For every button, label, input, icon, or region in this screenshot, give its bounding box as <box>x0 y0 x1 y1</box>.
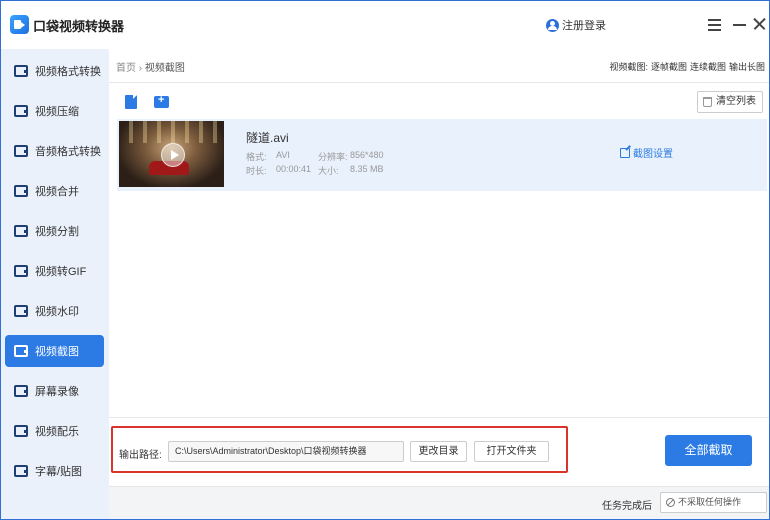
screenshot-settings-link[interactable]: 截图设置 <box>620 145 673 160</box>
resolution-label: 分辨率: <box>318 152 348 162</box>
add-folder-icon[interactable] <box>154 94 169 108</box>
breadcrumb-separator: › <box>138 63 143 74</box>
screenshot-settings-label: 截图设置 <box>633 149 673 160</box>
mode-continuous[interactable]: 连续截图 <box>690 62 726 72</box>
login-label: 注册登录 <box>562 20 606 32</box>
sidebar: 视频格式转换 视频压缩 音频格式转换 视频合并 视频分割 视频转GIF 视频水印 <box>1 49 109 519</box>
gif-icon <box>13 264 29 278</box>
ban-icon <box>666 498 675 507</box>
video-compress-icon <box>13 104 29 118</box>
footer-bar: 任务完成后 不采取任何操作 <box>109 486 769 519</box>
format-value: AVI <box>276 150 290 160</box>
after-task-select[interactable]: 不采取任何操作 <box>660 492 767 513</box>
close-icon[interactable] <box>751 15 769 33</box>
sidebar-item-label: 音频格式转换 <box>35 146 101 158</box>
title-bar: 口袋视频转换器 注册登录 <box>1 1 769 49</box>
after-task-value: 不采取任何操作 <box>678 497 742 507</box>
output-divider <box>109 417 769 418</box>
format-label: 格式: <box>246 152 267 162</box>
sidebar-item-label: 视频压缩 <box>35 106 79 118</box>
sidebar-item-subtitle[interactable]: 字幕/贴图 <box>5 455 104 487</box>
clear-list-label: 清空列表 <box>716 96 756 107</box>
video-split-icon <box>13 224 29 238</box>
minimize-icon[interactable] <box>731 15 749 33</box>
add-file-icon[interactable] <box>125 95 137 109</box>
clear-list-button[interactable]: 清空列表 <box>697 91 763 113</box>
breadcrumb-home[interactable]: 首页 <box>116 63 136 74</box>
menu-icon[interactable] <box>706 15 724 33</box>
sidebar-item-label: 视频分割 <box>35 226 79 238</box>
sidebar-item-music[interactable]: 视频配乐 <box>5 415 104 447</box>
audio-convert-icon <box>13 144 29 158</box>
video-thumbnail[interactable] <box>119 121 224 187</box>
mode-long-image[interactable]: 输出长图 <box>729 62 765 72</box>
sidebar-item-label: 视频配乐 <box>35 426 79 438</box>
screen-record-icon <box>13 384 29 398</box>
sidebar-item-label: 视频截图 <box>35 346 79 358</box>
sidebar-item-split[interactable]: 视频分割 <box>5 215 104 247</box>
header-divider <box>109 82 769 83</box>
edit-icon <box>620 147 630 158</box>
sidebar-item-screenshot[interactable]: 视频截图 <box>5 335 104 367</box>
sidebar-item-label: 视频水印 <box>35 306 79 318</box>
breadcrumb-current: 视频截图 <box>144 63 185 74</box>
duration-label: 时长: <box>246 166 267 176</box>
file-name: 隧道.avi <box>246 131 289 145</box>
app-window: 口袋视频转换器 注册登录 视频格式转换 视频压缩 音频格式转换 视频合并 视频分… <box>0 0 770 520</box>
size-label: 大小: <box>318 166 339 176</box>
output-path-label: 输出路径: <box>119 450 162 461</box>
sidebar-item-format-convert[interactable]: 视频格式转换 <box>5 55 104 87</box>
sidebar-item-audio-convert[interactable]: 音频格式转换 <box>5 135 104 167</box>
sidebar-item-watermark[interactable]: 视频水印 <box>5 295 104 327</box>
main-panel: 首页 › 视频截图 视频截图:逐帧截图连续截图输出长图 清空列表 隧道.avi … <box>109 49 769 519</box>
sidebar-item-label: 屏幕录像 <box>35 386 79 398</box>
user-icon <box>546 18 559 32</box>
sidebar-item-merge[interactable]: 视频合并 <box>5 175 104 207</box>
duration-value: 00:00:41 <box>276 164 312 174</box>
sidebar-item-label: 视频格式转换 <box>35 66 101 78</box>
size-value: 8.35 MB <box>350 164 384 174</box>
play-icon[interactable] <box>161 143 185 167</box>
breadcrumb: 首页 › 视频截图 <box>116 59 185 74</box>
mode-bar: 视频截图: 逐帧截图 连续截图 输出长图 <box>606 60 765 73</box>
watermark-icon <box>13 304 29 318</box>
login-link[interactable]: 注册登录 <box>546 17 606 33</box>
mode-label: 视频截图: <box>609 62 648 72</box>
sidebar-item-label: 字幕/贴图 <box>35 466 83 478</box>
sidebar-item-screen-record[interactable]: 屏幕录像 <box>5 375 104 407</box>
sidebar-item-label: 视频合并 <box>35 186 79 198</box>
video-convert-icon <box>13 64 29 78</box>
sidebar-item-label: 视频转GIF <box>35 266 87 278</box>
video-merge-icon <box>13 184 29 198</box>
music-icon <box>13 424 29 438</box>
resolution-value: 856*480 <box>350 150 384 160</box>
file-row[interactable]: 隧道.avi 格式: AVI 分辨率: 856*480 时长: 00:00:41… <box>117 119 767 191</box>
capture-all-button[interactable]: 全部截取 <box>665 435 752 466</box>
app-title: 口袋视频转换器 <box>33 19 125 34</box>
subtitle-icon <box>13 464 29 478</box>
trash-icon <box>703 97 712 107</box>
output-path-field[interactable]: C:\Users\Administrator\Desktop\口袋视频转换器 <box>168 441 404 462</box>
app-logo-icon <box>10 15 29 34</box>
after-task-label: 任务完成后 <box>602 501 652 512</box>
screenshot-icon <box>13 344 29 358</box>
sidebar-item-compress[interactable]: 视频压缩 <box>5 95 104 127</box>
mode-frame-by-frame[interactable]: 逐帧截图 <box>651 62 687 72</box>
open-folder-button[interactable]: 打开文件夹 <box>474 441 549 462</box>
change-directory-button[interactable]: 更改目录 <box>410 441 467 462</box>
sidebar-item-gif[interactable]: 视频转GIF <box>5 255 104 287</box>
